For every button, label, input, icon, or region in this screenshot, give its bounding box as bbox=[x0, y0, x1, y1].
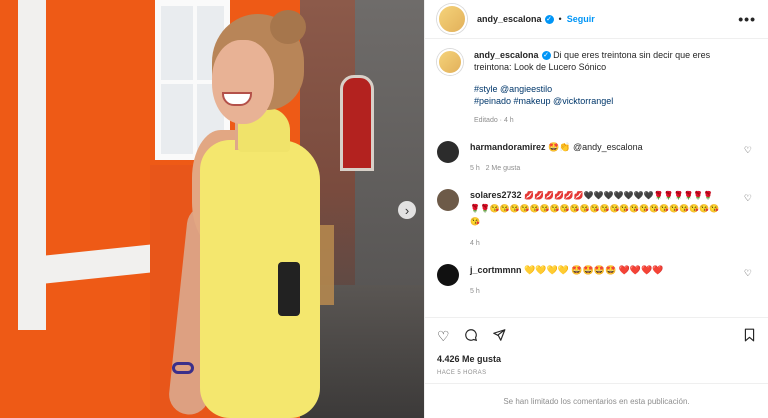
comment-item: j_cortmmnn 💛💛💛💛 🤩🤩🤩🤩 ❤️❤️❤️❤️ 5 h ♡ bbox=[437, 264, 756, 298]
bracelet bbox=[172, 362, 194, 374]
comment-time: 5 h bbox=[470, 165, 480, 172]
comment-likes[interactable]: 2 Me gusta bbox=[486, 165, 521, 172]
comment-username[interactable]: solares2732 bbox=[470, 190, 522, 200]
comment-avatar[interactable] bbox=[437, 264, 459, 286]
caption-tags-line2[interactable]: #peinado #makeup @vicktorrangel bbox=[474, 95, 734, 107]
comment-avatar[interactable] bbox=[437, 141, 459, 163]
caption-tags-line1[interactable]: #style @angieestilo bbox=[474, 83, 734, 95]
post-side-panel: andy_escalona ✓ • Seguir ••• andy_escalo… bbox=[424, 0, 768, 418]
heart-icon[interactable]: ♡ bbox=[744, 145, 752, 156]
follow-button[interactable]: Seguir bbox=[567, 14, 595, 24]
comment-avatar[interactable] bbox=[437, 189, 459, 211]
comments-limited-notice: Se han limitado los comentarios en esta … bbox=[425, 383, 768, 418]
verified-icon: ✓ bbox=[544, 14, 554, 24]
chevron-right-icon[interactable]: › bbox=[398, 201, 416, 219]
red-arch-window bbox=[340, 75, 374, 171]
comment-time: 4 h bbox=[470, 240, 480, 247]
comment-username[interactable]: j_cortmmnn bbox=[470, 265, 522, 275]
heart-icon[interactable]: ♡ bbox=[437, 328, 450, 345]
caption-avatar[interactable] bbox=[437, 49, 463, 75]
likes-count[interactable]: 4.426 Me gusta bbox=[425, 354, 768, 364]
comment-text: 🤩👏 @andy_escalona bbox=[548, 142, 643, 152]
comment-icon[interactable] bbox=[464, 328, 478, 345]
caption-username[interactable]: andy_escalona bbox=[474, 50, 539, 60]
hair-bun bbox=[270, 10, 306, 44]
comment-time: 5 h bbox=[470, 288, 480, 295]
heart-icon[interactable]: ♡ bbox=[744, 268, 752, 279]
action-bar: ♡ bbox=[425, 317, 768, 354]
post-header: andy_escalona ✓ • Seguir ••• bbox=[425, 0, 768, 39]
post-photo[interactable]: › bbox=[0, 0, 424, 418]
verified-icon: ✓ bbox=[541, 51, 551, 61]
comment-item: harmandoramirez 🤩👏 @andy_escalona 5 h 2 … bbox=[437, 141, 756, 175]
comment-item: solares2732 💋💋💋💋💋💋🖤🖤🖤🖤🖤🖤🖤🌹🌹🌹🌹🌹🌹🌹🌹😘😘😘😘😘😘😘… bbox=[437, 189, 756, 250]
avatar[interactable] bbox=[437, 4, 467, 34]
edited-label: Editado · 4 h bbox=[474, 117, 514, 124]
microphone-pack bbox=[278, 262, 300, 316]
bookmark-icon[interactable] bbox=[743, 328, 756, 345]
more-options-icon[interactable]: ••• bbox=[738, 11, 756, 27]
comments-scroll[interactable]: andy_escalona ✓ Di que eres treintona sin… bbox=[425, 39, 768, 317]
heart-icon[interactable]: ♡ bbox=[744, 193, 752, 204]
face bbox=[212, 40, 274, 124]
header-username[interactable]: andy_escalona bbox=[477, 14, 542, 24]
comment-username[interactable]: harmandoramirez bbox=[470, 142, 546, 152]
share-icon[interactable] bbox=[492, 328, 506, 345]
yellow-dress bbox=[200, 140, 320, 418]
caption: andy_escalona ✓ Di que eres treintona sin… bbox=[437, 49, 756, 127]
comment-text: 💛💛💛💛 🤩🤩🤩🤩 ❤️❤️❤️❤️ bbox=[524, 265, 664, 275]
separator-dot: • bbox=[558, 14, 562, 24]
post-time: HACE 5 HORAS bbox=[437, 370, 487, 376]
